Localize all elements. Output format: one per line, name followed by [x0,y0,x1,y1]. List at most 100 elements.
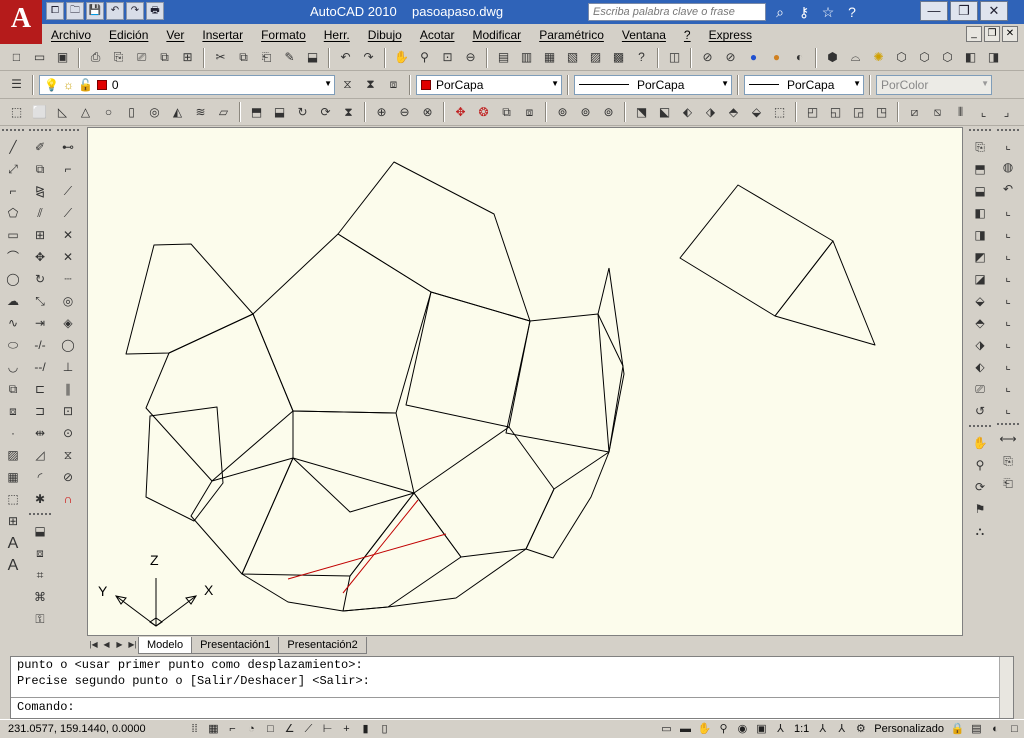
menu-herr[interactable]: Herr. [315,28,359,42]
snap-center-icon[interactable]: ◎ [58,291,79,312]
zoom-window-icon[interactable]: ⊡ [437,47,458,68]
zoom-icon[interactable]: ⚲ [970,455,991,476]
undo-icon[interactable]: ↶ [106,2,124,20]
imprint-icon[interactable]: ◰ [802,102,823,123]
pyramid-icon[interactable]: ◭ [167,102,188,123]
pan-status-icon[interactable]: ✋ [695,721,714,737]
layer-dropdown[interactable]: 💡 ☼ 🔓 0 ▼ [39,74,335,95]
annotation-scale-icon[interactable]: ⅄ [771,721,790,737]
copy-icon[interactable]: ⧉ [233,47,254,68]
paste-icon[interactable]: ⎗ [256,47,277,68]
ucs-x-icon[interactable]: ⌞ [998,333,1019,354]
save-icon[interactable]: 💾 [86,2,104,20]
distance-icon[interactable]: ⎘ [998,451,1019,472]
menu-archivo[interactable]: Archivo [42,28,100,42]
3d-orbit-icon[interactable]: ⟳ [970,477,991,498]
rotate-icon[interactable]: ↻ [30,269,51,290]
shade-icon[interactable]: ◫ [664,47,685,68]
ortho-mode-icon[interactable]: ⌐ [223,721,242,737]
render-region-icon[interactable]: ◧ [960,47,981,68]
menu-edicion[interactable]: Edición [100,28,157,42]
ucs-world-icon[interactable]: ⌟ [996,102,1017,123]
clean-screen-icon[interactable]: □ [1005,721,1024,737]
hatch-icon[interactable]: ▨ [3,445,24,466]
menu-modificar[interactable]: Modificar [464,28,531,42]
command-scrollbar[interactable] [999,657,1013,718]
delete-faces-icon[interactable]: ⬗ [700,102,721,123]
open-icon[interactable]: ▭ [29,47,50,68]
3d-move-icon[interactable]: ✥ [450,102,471,123]
offset-icon[interactable]: ⫽ [30,203,51,224]
zoom-status-icon[interactable]: ⚲ [714,721,733,737]
snap-node-icon[interactable]: ⊙ [58,423,79,444]
visual-style-shaded-icon[interactable]: ● [743,47,764,68]
menu-express[interactable]: Express [700,28,761,42]
color-dropdown[interactable]: PorCapa ▼ [416,74,562,95]
workspace-name[interactable]: Personalizado [870,723,948,735]
torus-icon[interactable]: ◎ [144,102,165,123]
scale-icon[interactable]: ⤡ [30,291,51,312]
cone-icon[interactable]: △ [75,102,96,123]
doc-minimize-button[interactable]: _ [966,26,982,42]
front-view-icon[interactable]: ◩ [970,247,991,268]
grid-mode-icon[interactable]: ▦ [204,721,223,737]
layer-state-icon[interactable]: ⧈ [383,74,404,95]
dynamic-ucs-icon[interactable]: ⊢ [318,721,337,737]
sphere-icon[interactable]: ○ [98,102,119,123]
sweep-icon[interactable]: ↻ [292,102,313,123]
construction-line-icon[interactable]: ⤢ [3,159,24,180]
render-icon[interactable]: ⬢ [822,47,843,68]
3d-osnap-icon[interactable]: ∠ [280,721,299,737]
plot-icon[interactable]: ⎙ [85,47,106,68]
break-icon[interactable]: ⊐ [30,401,51,422]
ucs-face-icon[interactable]: ⌞ [998,201,1019,222]
named-views-icon[interactable]: ⎘ [970,137,991,158]
plotstyle-dropdown[interactable]: PorColor ▼ [876,74,992,95]
ucs-globe-icon[interactable]: ◍ [998,157,1019,178]
temp-track-icon[interactable]: ⊷ [58,137,79,158]
camera-icon[interactable]: ◨ [983,47,1004,68]
layer-previous-icon[interactable]: ⧗ [360,74,381,95]
redo-icon[interactable]: ↷ [358,47,379,68]
menu-ver[interactable]: Ver [157,28,193,42]
design-center-icon[interactable]: ⊞ [177,47,198,68]
menu-acotar[interactable]: Acotar [411,28,464,42]
plot-preview-icon[interactable]: ⎘ [108,47,129,68]
ucs-zaxis-icon[interactable]: ⌞ [998,289,1019,310]
sheet-set-icon[interactable]: ▧ [562,47,583,68]
open-file-icon[interactable]: 🗀 [66,2,84,20]
cut-icon[interactable]: ✂ [210,47,231,68]
ucs-icon[interactable]: ⌞ [973,102,994,123]
help-icon[interactable]: ? [631,47,652,68]
polysolid-icon[interactable]: ⬚ [6,102,27,123]
toolbar-grip[interactable] [2,129,24,133]
annotation-visibility-icon[interactable]: ⅄ [813,721,832,737]
model-space-canvas[interactable]: Z Y X [87,127,963,636]
erase-icon[interactable]: ✐ [30,137,51,158]
coordinate-readout[interactable]: 231.0577, 159.1440, 0.0000 [0,723,185,735]
copy-object-icon[interactable]: ⧉ [30,159,51,180]
fly-icon[interactable]: ⛬ [970,521,991,542]
toolbar-grip[interactable] [997,423,1019,425]
layer-lock-tool-icon[interactable]: ⚿ [30,609,51,630]
snap-nearest-icon[interactable]: ⧖ [58,445,79,466]
auto-scale-icon[interactable]: ⅄ [832,721,851,737]
plot-icon[interactable]: 🖶 [146,2,164,20]
offset-faces-icon[interactable]: ⬖ [677,102,698,123]
menu-parametrico[interactable]: Paramétrico [530,28,613,42]
point-icon[interactable]: · [3,423,24,444]
undo-icon[interactable]: ↶ [335,47,356,68]
tab-modelo[interactable]: Modelo [138,636,193,654]
se-iso-icon[interactable]: ⬘ [970,313,991,334]
help-search-input[interactable]: Escriba palabra clave o frase [588,3,766,21]
object-snap-icon[interactable]: □ [261,721,280,737]
menu-formato[interactable]: Formato [252,28,315,42]
left-view-icon[interactable]: ◧ [970,203,991,224]
table-icon[interactable]: ⊞ [3,511,24,532]
circle-icon[interactable]: ◯ [3,269,24,290]
pan-icon[interactable]: ✋ [391,47,412,68]
tool-palettes-icon[interactable]: ▦ [539,47,560,68]
render-settings-icon[interactable]: ⬡ [937,47,958,68]
materials-icon[interactable]: ⬡ [891,47,912,68]
layer-off-icon[interactable]: ⌗ [30,565,51,586]
